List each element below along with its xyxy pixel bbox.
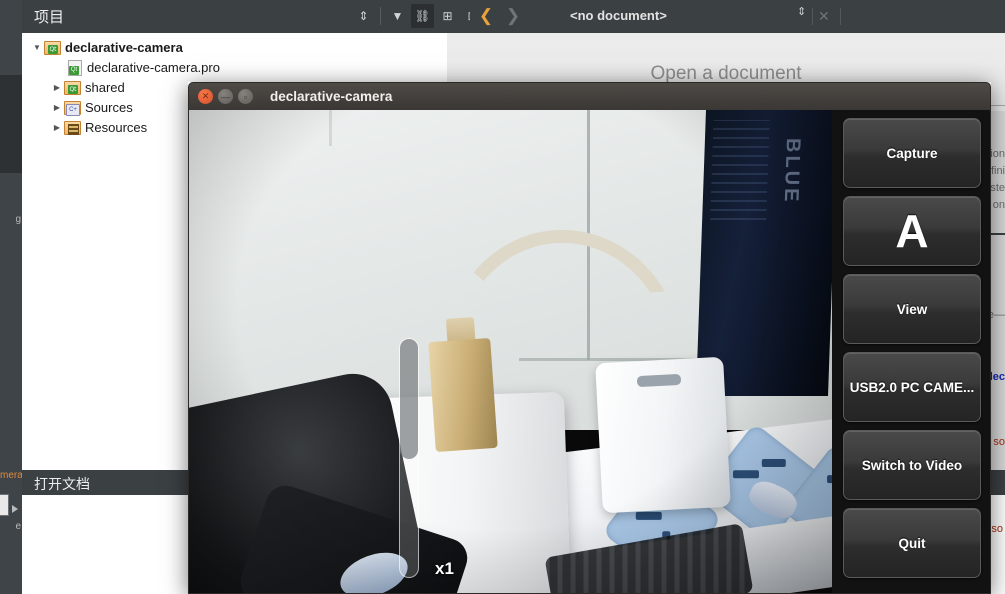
camera-vignette	[189, 110, 832, 593]
tree-item-label: Resources	[85, 119, 148, 135]
qt-folder-icon	[44, 39, 61, 55]
expand-arrow-icon[interactable]: ▶	[50, 83, 64, 92]
mode-strip-fragment-2: e	[15, 521, 21, 532]
expand-arrow-icon[interactable]: ▼	[30, 43, 44, 52]
mode-strip-mini-box	[0, 494, 9, 516]
camera-viewfinder[interactable]: BLUE	[189, 110, 832, 593]
run-triangle-icon[interactable]	[12, 505, 18, 513]
tree-item-label: declarative-camera	[65, 39, 183, 55]
document-close-icon[interactable]: ✕	[818, 8, 830, 25]
camera-window-title: declarative-camera	[270, 89, 393, 104]
zoom-slider-handle[interactable]	[400, 339, 418, 459]
split-add-icon[interactable]: ⊞	[436, 4, 459, 28]
document-spinner-icon[interactable]: ⇕	[797, 7, 806, 18]
quit-button[interactable]: Quit	[843, 508, 981, 578]
nav-back-icon[interactable]: ❮	[475, 4, 497, 28]
tree-item-declarative-camera-pro[interactable]: declarative-camera.pro	[22, 57, 447, 77]
resource-folder-icon	[64, 119, 81, 135]
nav-forward-icon[interactable]: ❯	[502, 4, 524, 28]
edge-fragment-5: lec	[989, 371, 1005, 383]
doc-separator-1	[812, 8, 813, 25]
expand-arrow-icon[interactable]: ▶	[50, 123, 64, 132]
project-panel-title: 项目	[34, 9, 65, 26]
project-panel-toolbar[interactable]: ⇕ ▼ ⛓ ⊞ ⊡	[352, 4, 484, 28]
document-selector-label[interactable]: <no document>	[570, 8, 667, 23]
ide-top-bar: 项目 ⇕ ▼ ⛓ ⊞ ⊡ ❮ ❯ <no document> ⇕ ✕	[22, 0, 1005, 33]
capture-button[interactable]: Capture	[843, 118, 981, 188]
expand-arrow-icon[interactable]: ▶	[50, 103, 64, 112]
edge-fragment-6: so	[993, 436, 1005, 448]
tree-item-label: Sources	[85, 99, 133, 115]
mode-strip-fragment-0: g	[15, 214, 21, 225]
cpp-folder-icon	[64, 99, 81, 116]
bottom-panel-title: 打开文档	[34, 476, 90, 492]
view-button[interactable]: View	[843, 274, 981, 344]
camera-window-titlebar[interactable]: ✕ — ▫ declarative-camera	[188, 82, 991, 110]
window-maximize-button[interactable]: ▫	[238, 89, 253, 104]
mode-selector-strip[interactable]: g mera e	[0, 0, 22, 594]
tree-item-declarative-camera[interactable]: ▼ declarative-camera	[22, 37, 447, 57]
window-close-button[interactable]: ✕	[198, 89, 213, 104]
camera-button-column[interactable]: Capture A View USB2.0 PC CAME... Switch …	[832, 110, 990, 593]
camera-device-button[interactable]: USB2.0 PC CAME...	[843, 352, 981, 422]
link-icon[interactable]: ⛓	[411, 4, 434, 28]
qt-file-icon	[66, 59, 82, 76]
declarative-camera-window[interactable]: ✕ — ▫ declarative-camera BLUE	[188, 82, 991, 594]
tree-item-label: shared	[85, 79, 125, 95]
doc-separator-2	[840, 8, 841, 25]
edge-fragment-2: ste	[990, 182, 1005, 194]
toolbar-separator	[380, 7, 381, 25]
edge-fragment-7: so	[991, 523, 1003, 535]
switch-to-video-button[interactable]: Switch to Video	[843, 430, 981, 500]
editor-top-bar: ❮ ❯ <no document> ⇕ ✕	[470, 0, 1005, 33]
edge-fragment-1: fini	[990, 165, 1005, 177]
editor-navigation[interactable]: ❮ ❯	[475, 4, 524, 28]
sort-spinner-icon[interactable]: ⇕	[352, 4, 375, 28]
filter-icon[interactable]: ▼	[386, 4, 409, 28]
window-minimize-button[interactable]: —	[218, 89, 233, 104]
exposure-mode-button[interactable]: A	[843, 196, 981, 266]
zoom-level-label: x1	[435, 559, 454, 578]
edge-fragment-3: on	[992, 199, 1005, 211]
camera-window-body: BLUE	[188, 110, 991, 594]
tree-item-label: declarative-camera.pro	[87, 59, 220, 75]
project-panel-header: 项目 ⇕ ▼ ⛓ ⊞ ⊡	[22, 0, 478, 33]
mode-strip-fragment-1: mera	[0, 470, 22, 481]
mode-strip-active-region	[0, 75, 22, 173]
edge-fragment-0: ion	[990, 148, 1005, 160]
qt-folder-icon	[64, 79, 81, 95]
